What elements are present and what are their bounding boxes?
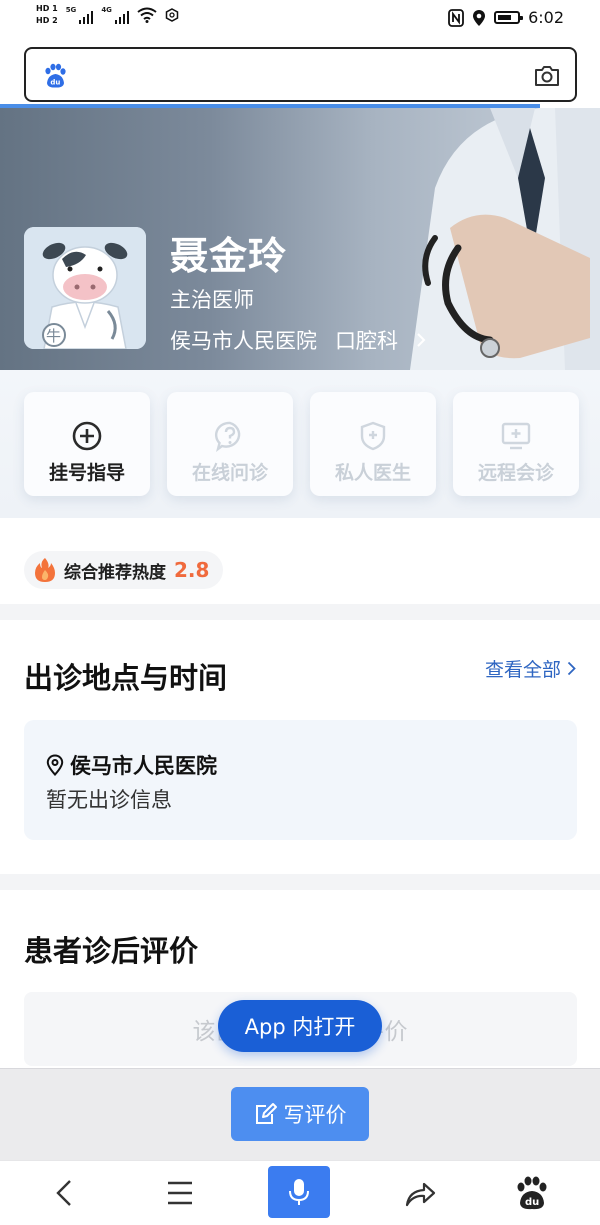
nfc-icon xyxy=(448,8,464,27)
chevron-left-icon xyxy=(56,1180,71,1206)
status-time: 6:02 xyxy=(528,8,564,27)
heat-section: 综合推荐热度 2.8 xyxy=(0,518,600,604)
chevron-right-icon xyxy=(567,661,576,676)
plus-circle-icon xyxy=(72,421,102,451)
baidu-paw-icon: du xyxy=(517,1176,547,1210)
status-bar: HD 1 HD 2 5G 4G 6:02 xyxy=(0,0,600,40)
search-bar[interactable]: du xyxy=(24,47,577,102)
signal-1-icon: 5G xyxy=(66,6,94,24)
open-in-app-button[interactable]: App 内打开 xyxy=(218,1000,382,1052)
battery-icon xyxy=(494,11,524,24)
doctor-hospital: 侯马市人民医院 xyxy=(170,329,317,353)
view-all-link[interactable]: 查看全部 xyxy=(485,655,576,682)
menu-button[interactable] xyxy=(160,1173,200,1213)
view-all-label: 查看全部 xyxy=(484,659,561,681)
doctor-avatar: 牛 xyxy=(24,227,146,349)
cow-avatar-icon: 牛 xyxy=(24,227,146,349)
doctor-hospital-link[interactable]: 侯马市人民医院 口腔科 xyxy=(170,325,426,355)
heat-score: 2.8 xyxy=(174,558,210,582)
doctor-name: 聂金玲 xyxy=(170,234,288,278)
service-label: 远程会诊 xyxy=(477,462,554,484)
doctor-hero: 牛 聂金玲 主治医师 侯马市人民医院 口腔科 xyxy=(0,108,600,370)
schedule-section: 出诊地点与时间 查看全部 侯马市人民医院 暂无出诊信息 xyxy=(0,620,600,874)
service-card-private-doctor[interactable]: 私人医生 xyxy=(310,392,436,496)
signal-2-icon: 4G xyxy=(101,6,129,24)
wifi-icon xyxy=(137,7,157,23)
location-name-row: 侯马市人民医院 xyxy=(46,750,217,780)
baidu-paw-icon[interactable]: du xyxy=(42,63,68,89)
sim1-label: HD 1 xyxy=(36,4,58,13)
net2-label: 4G xyxy=(101,6,112,14)
edit-icon xyxy=(255,1103,277,1124)
write-review-button[interactable]: 写评价 xyxy=(231,1087,369,1141)
location-icon xyxy=(473,9,486,26)
flame-icon xyxy=(35,558,55,582)
monitor-plus-icon xyxy=(501,422,531,450)
service-cards: 挂号指导 在线问诊 私人医生 远程会诊 xyxy=(0,370,600,518)
share-icon xyxy=(405,1182,436,1207)
service-label: 挂号指导 xyxy=(48,462,125,484)
doctor-title: 主治医师 xyxy=(170,288,254,312)
share-button[interactable] xyxy=(400,1173,440,1213)
menu-icon xyxy=(168,1181,192,1205)
section-divider xyxy=(0,604,600,620)
baidu-home-button[interactable]: du xyxy=(512,1173,552,1213)
heat-label: 综合推荐热度 xyxy=(64,562,166,583)
doctor-department: 口腔科 xyxy=(335,329,398,353)
status-left: HD 1 HD 2 5G 4G xyxy=(36,4,179,26)
service-card-registration[interactable]: 挂号指导 xyxy=(24,392,150,496)
schedule-title: 出诊地点与时间 xyxy=(24,661,228,695)
chevron-right-icon xyxy=(417,333,426,347)
voice-search-button[interactable] xyxy=(268,1166,330,1218)
write-review-label: 写评价 xyxy=(283,1103,347,1127)
heat-badge: 综合推荐热度 2.8 xyxy=(24,551,224,589)
sim-indicators: HD 1 HD 2 xyxy=(36,4,58,26)
location-name: 侯马市人民医院 xyxy=(70,754,217,778)
hexagon-status-icon xyxy=(165,8,179,22)
net1-label: 5G xyxy=(65,6,77,14)
service-label: 在线问诊 xyxy=(191,462,268,484)
bottom-navigation: du xyxy=(0,1160,600,1225)
reviews-title: 患者诊后评价 xyxy=(24,934,199,968)
svg-text:du: du xyxy=(50,79,60,87)
service-card-online-consult[interactable]: 在线问诊 xyxy=(167,392,293,496)
sim2-label: HD 2 xyxy=(36,16,58,25)
service-card-remote-consult[interactable]: 远程会诊 xyxy=(453,392,579,496)
location-card: 侯马市人民医院 暂无出诊信息 xyxy=(24,720,577,840)
service-label: 私人医生 xyxy=(334,462,411,484)
section-divider xyxy=(0,874,600,890)
location-info: 暂无出诊信息 xyxy=(46,788,172,812)
avatar-badge-text: 牛 xyxy=(46,327,61,345)
status-right: 6:02 xyxy=(448,8,564,27)
back-button[interactable] xyxy=(46,1173,86,1213)
svg-text:du: du xyxy=(525,1197,539,1208)
camera-icon[interactable] xyxy=(533,63,561,89)
write-review-bar: 写评价 xyxy=(0,1068,600,1161)
shield-plus-icon xyxy=(360,421,386,451)
map-pin-icon xyxy=(46,754,64,776)
microphone-icon xyxy=(289,1179,309,1205)
question-bubble-icon xyxy=(215,421,241,452)
